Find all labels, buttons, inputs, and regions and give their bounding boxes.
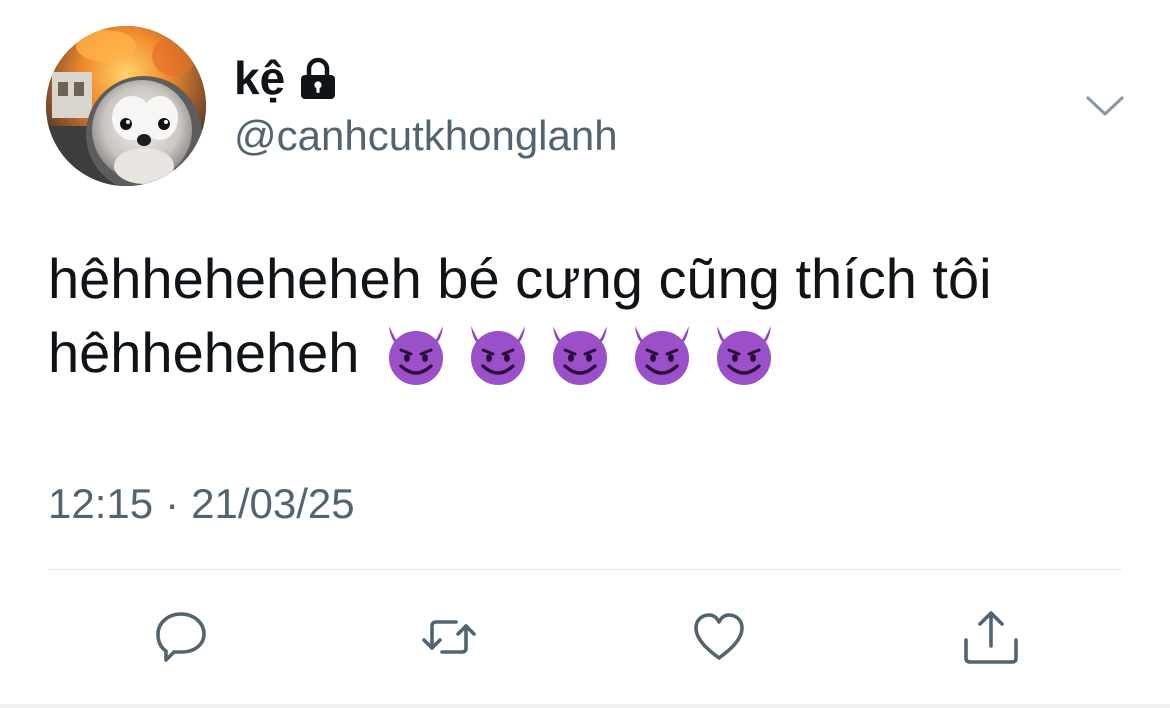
- smiling-devil-icon: [389, 326, 444, 385]
- emoji-group: [381, 318, 779, 388]
- smiling-devil-icon: [635, 326, 690, 385]
- divider: [48, 569, 1122, 570]
- tweet-action-bar: [0, 600, 1170, 676]
- timestamp-separator: ·: [165, 480, 180, 527]
- smiling-devil-icon: [717, 326, 772, 385]
- bottom-border: [0, 704, 1170, 708]
- retweet-button[interactable]: [418, 606, 480, 668]
- tweet-date: 21/03/25: [191, 480, 355, 527]
- tweet-text-line-1: hêhheheheheh bé cưng cũng thích tôi: [48, 247, 992, 310]
- avatar[interactable]: [46, 26, 206, 186]
- penguin-avatar-image: [46, 26, 206, 186]
- tweet-text-line-2-row: hêhheheheh: [48, 320, 1138, 386]
- share-button[interactable]: [960, 606, 1022, 668]
- tweet-text-line-2: hêhheheheh: [48, 321, 360, 384]
- display-name[interactable]: kệ: [234, 50, 285, 106]
- like-button[interactable]: [688, 606, 750, 668]
- heart-icon: [694, 613, 744, 660]
- tweet-text: hêhheheheheh bé cưng cũng thích tôi hêhh…: [48, 246, 1138, 386]
- more-options-button[interactable]: [1084, 90, 1126, 122]
- tweet-timestamp[interactable]: 12:15 · 21/03/25: [48, 478, 355, 530]
- smiling-devil-icon: [553, 326, 608, 385]
- speech-bubble-icon: [156, 612, 206, 662]
- author-handle[interactable]: @canhcutkhonglanh: [234, 110, 618, 162]
- tweet-card: kệ @canhcutkhonglanh hêhheheheheh bé cưn…: [0, 0, 1170, 708]
- tweet-time: 12:15: [48, 480, 154, 527]
- reply-button[interactable]: [150, 606, 212, 668]
- retweet-arrows-icon: [422, 620, 476, 654]
- chevron-down-icon: [1086, 96, 1124, 116]
- smiling-devil-icon: [471, 326, 526, 385]
- share-upload-icon: [964, 611, 1018, 664]
- lock-icon: [301, 57, 336, 99]
- author-name-row[interactable]: kệ: [234, 50, 337, 106]
